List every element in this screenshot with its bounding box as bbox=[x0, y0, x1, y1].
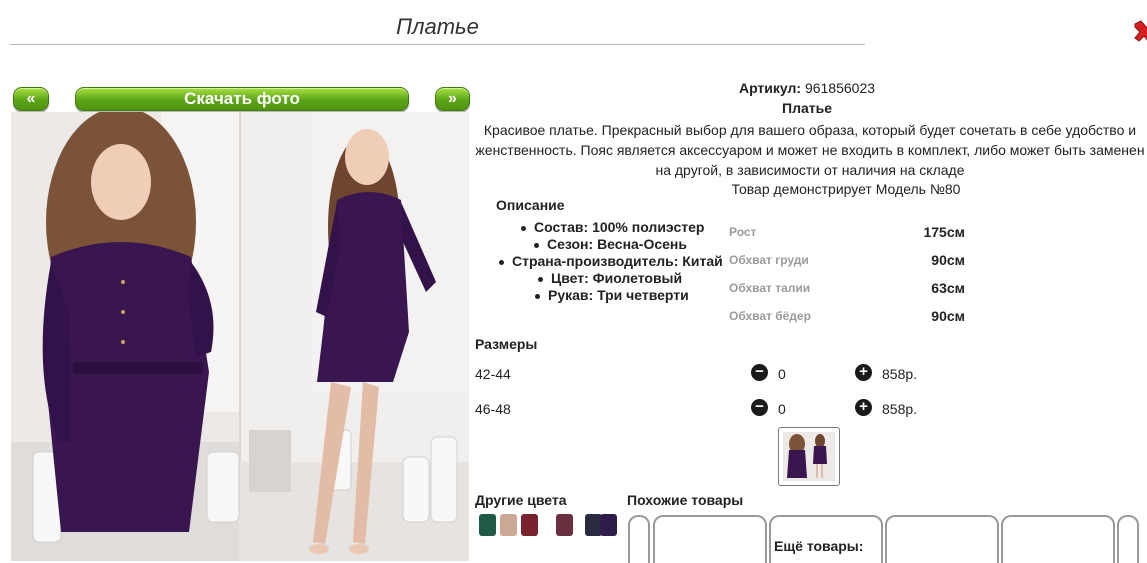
spec-item: Страна-производитель: Китай bbox=[499, 253, 723, 269]
other-colors-heading: Другие цвета bbox=[475, 492, 567, 508]
bullet-icon bbox=[534, 242, 539, 248]
download-photo-button[interactable]: Скачать фото bbox=[75, 87, 409, 111]
product-name: Платье bbox=[782, 100, 832, 116]
size-label: 46-48 bbox=[475, 401, 511, 417]
similar-products-heading: Похожие товары bbox=[627, 492, 744, 508]
plus-icon[interactable]: + bbox=[855, 399, 872, 416]
color-variant-thumb[interactable] bbox=[556, 514, 573, 536]
color-variant-thumb[interactable] bbox=[479, 514, 496, 536]
spec-item: Цвет: Фиолетовый bbox=[538, 270, 682, 286]
bullet-icon bbox=[538, 276, 543, 282]
size-label: 42-44 bbox=[475, 366, 511, 382]
more-products-heading: Ещё товары: bbox=[772, 538, 866, 554]
similar-product-card[interactable] bbox=[885, 515, 999, 563]
measure-value-waist: 63см bbox=[931, 280, 965, 296]
similar-product-card[interactable] bbox=[1001, 515, 1115, 563]
product-photo-illustration bbox=[11, 112, 469, 561]
article-line: Артикул: 961856023 bbox=[474, 80, 1140, 96]
color-variant-thumb[interactable] bbox=[600, 514, 617, 536]
bullet-icon bbox=[535, 293, 540, 299]
product-photo[interactable] bbox=[11, 112, 469, 561]
prev-photo-button[interactable]: « bbox=[13, 87, 49, 111]
similar-prev-arrow[interactable] bbox=[628, 515, 650, 563]
measure-value-height: 175см bbox=[923, 224, 965, 240]
model-note: Товар демонстрирует Модель №80 bbox=[731, 181, 961, 197]
spec-item: Состав: 100% полиэстер bbox=[521, 219, 704, 235]
minus-icon[interactable]: − bbox=[751, 364, 768, 381]
title-divider bbox=[10, 44, 865, 45]
color-variant-thumb[interactable] bbox=[521, 514, 538, 536]
article-value: 961856023 bbox=[804, 80, 876, 96]
bullet-icon bbox=[521, 225, 526, 231]
thumbnail-image bbox=[783, 432, 835, 481]
spec-item: Рукав: Три четверти bbox=[535, 287, 689, 303]
measure-value-chest: 90см bbox=[931, 252, 965, 268]
specs-heading: Описание bbox=[496, 197, 565, 213]
photo-thumbnail[interactable] bbox=[778, 427, 840, 486]
size-quantity: 0 bbox=[778, 401, 786, 417]
product-description: Красивое платье. Прекрасный выбор для ва… bbox=[475, 122, 1145, 178]
measure-value-hips: 90см bbox=[931, 308, 965, 324]
size-price: 858р. bbox=[882, 366, 918, 382]
page-title: Платье bbox=[396, 14, 479, 39]
next-photo-button[interactable]: » bbox=[435, 87, 470, 111]
similar-next-arrow[interactable] bbox=[1117, 515, 1139, 563]
sizes-heading: Размеры bbox=[475, 336, 538, 352]
minus-icon[interactable]: − bbox=[751, 399, 768, 416]
close-icon[interactable] bbox=[1133, 18, 1147, 46]
plus-icon[interactable]: + bbox=[855, 364, 872, 381]
article-label: Артикул: bbox=[738, 80, 802, 96]
bullet-icon bbox=[499, 259, 504, 265]
similar-product-card[interactable] bbox=[653, 515, 767, 563]
size-price: 858р. bbox=[882, 401, 918, 417]
spec-item: Сезон: Весна-Осень bbox=[534, 236, 687, 252]
size-quantity: 0 bbox=[778, 366, 786, 382]
color-variant-thumb[interactable] bbox=[500, 514, 517, 536]
